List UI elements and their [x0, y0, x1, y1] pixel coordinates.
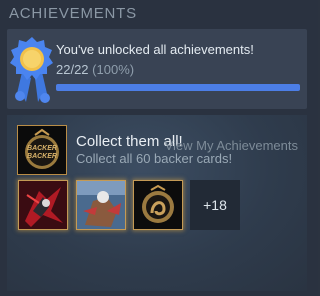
medal-ribbon-icon	[10, 37, 53, 103]
section-title: ACHIEVEMENTS	[9, 5, 137, 22]
count-value: 22/22	[56, 62, 89, 77]
red-warrior-achievement-icon[interactable]	[18, 180, 68, 230]
bronze-medal-achievement-icon[interactable]	[133, 180, 183, 230]
achievements-panel: ACHIEVEMENTS You've unlocked all achieve…	[0, 0, 318, 296]
achievement-count: 22/22 (100%)	[56, 62, 134, 77]
progress-bar	[56, 84, 300, 91]
progress-fill	[56, 84, 300, 91]
svg-text:BACKER: BACKER	[27, 153, 57, 160]
view-my-achievements-link[interactable]: View My Achievements	[165, 138, 298, 153]
achievement-summary: You've unlocked all achievements! 22/22 …	[7, 29, 307, 109]
featured-achievement-description: Collect all 60 backer cards!	[76, 151, 233, 166]
backer-medal-icon: BACKER BACKER	[17, 125, 67, 175]
percent-value: (100%)	[92, 62, 135, 77]
more-achievements-count[interactable]: +18	[190, 180, 240, 230]
medal-lettering: BACKER	[27, 145, 57, 152]
unlocked-all-text: You've unlocked all achievements!	[56, 42, 254, 57]
fighter-achievement-icon[interactable]	[76, 180, 126, 230]
